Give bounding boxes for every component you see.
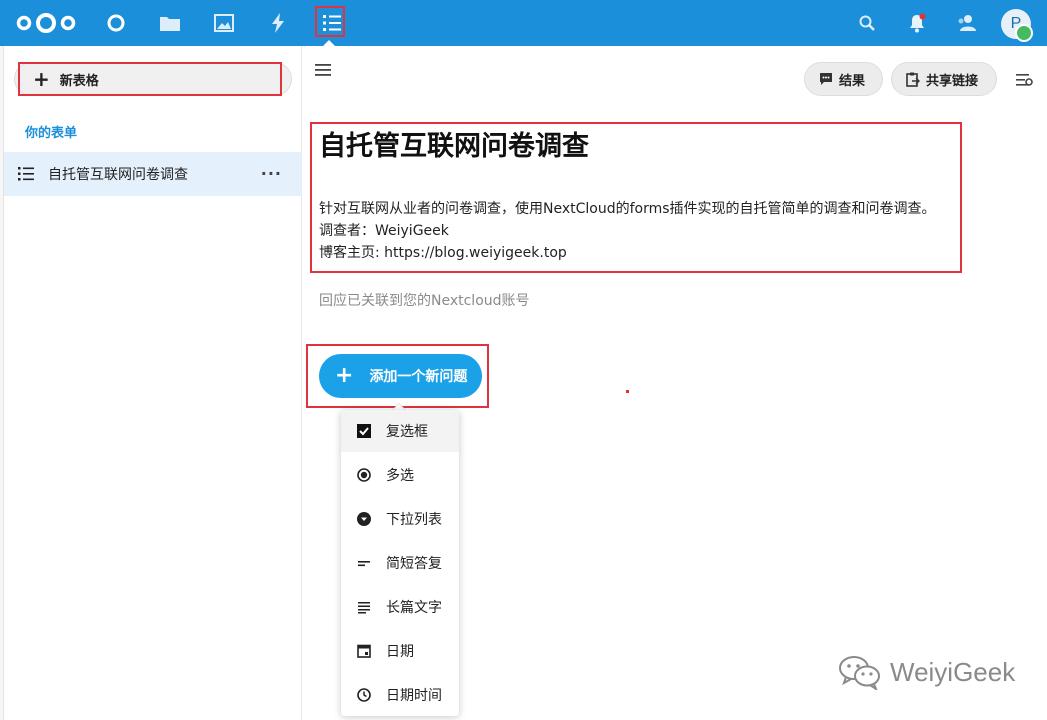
- nextcloud-logo[interactable]: [15, 11, 77, 35]
- sidebar-item-label: 自托管互联网问卷调查: [48, 167, 188, 183]
- checkbox-icon: [356, 423, 372, 439]
- radio-icon: [356, 467, 372, 483]
- new-form-button[interactable]: + 新表格: [14, 62, 292, 96]
- clock-icon: [356, 687, 372, 703]
- long-text-icon: [356, 599, 372, 615]
- menu-item-label: 下拉列表: [386, 512, 442, 528]
- files-icon[interactable]: [158, 11, 182, 35]
- menu-item-date[interactable]: 日期: [341, 630, 459, 672]
- new-form-label: 新表格: [59, 73, 99, 89]
- description-line: 针对互联网从业者的问卷调查，使用NextCloud的forms插件实现的自托管简…: [319, 201, 936, 217]
- menu-item-label: 简短答复: [386, 556, 442, 572]
- photos-icon[interactable]: [212, 11, 236, 35]
- menu-item-short-answer[interactable]: 简短答复: [341, 542, 459, 584]
- question-type-menu: 复选框 多选 下拉列表 简短答复 长篇文字 日期 日期时间: [341, 410, 459, 716]
- add-question-button[interactable]: + 添加一个新问题: [319, 354, 482, 398]
- description-line: 调查者：WeiyiGeek: [319, 223, 449, 239]
- share-link-label: 共享链接: [926, 73, 979, 89]
- form-description[interactable]: 针对互联网从业者的问卷调查，使用NextCloud的forms插件实现的自托管简…: [319, 198, 936, 264]
- menu-item-label: 日期: [386, 644, 414, 660]
- menu-item-long-text[interactable]: 长篇文字: [341, 586, 459, 628]
- search-icon[interactable]: [855, 11, 879, 35]
- stray-mark: [626, 390, 629, 393]
- menu-item-datetime[interactable]: 日期时间: [341, 674, 459, 716]
- sidebar-section-title: 你的表单: [25, 126, 78, 141]
- clipboard-icon: [906, 72, 920, 87]
- form-settings-icon[interactable]: [1015, 72, 1033, 88]
- forms-icon[interactable]: [320, 11, 344, 35]
- add-question-label: 添加一个新问题: [369, 369, 468, 385]
- menu-item-label: 复选框: [386, 424, 428, 440]
- form-title[interactable]: 自托管互联网问卷调查: [319, 124, 589, 163]
- sidebar-item-form[interactable]: 自托管互联网问卷调查 ···: [4, 152, 302, 196]
- sidebar: + 新表格 你的表单 自托管互联网问卷调查 ···: [4, 46, 302, 720]
- watermark: WeiyiGeek: [838, 654, 1015, 690]
- calendar-icon: [356, 643, 372, 659]
- more-options-icon[interactable]: ···: [261, 164, 282, 183]
- menu-item-label: 长篇文字: [386, 600, 442, 616]
- wechat-icon: [839, 656, 880, 690]
- description-line: 博客主页: https://blog.weiyigeek.top: [319, 245, 567, 261]
- watermark-text: WeiyiGeek: [890, 656, 1016, 687]
- hamburger-menu-icon[interactable]: [314, 62, 332, 78]
- share-link-button[interactable]: 共享链接: [891, 62, 997, 96]
- menu-item-dropdown[interactable]: 下拉列表: [341, 498, 459, 540]
- menu-item-label: 日期时间: [386, 688, 442, 704]
- menu-item-multiple-choice[interactable]: 多选: [341, 454, 459, 496]
- dropdown-icon: [356, 511, 372, 527]
- list-icon: [18, 167, 34, 181]
- results-button[interactable]: 结果: [804, 62, 883, 96]
- top-header: P: [0, 0, 1047, 46]
- contacts-icon[interactable]: [955, 11, 979, 35]
- results-label: 结果: [839, 73, 866, 89]
- status-indicator: [1015, 24, 1033, 42]
- short-answer-icon: [356, 555, 372, 571]
- plus-icon: +: [33, 67, 50, 91]
- activity-icon[interactable]: [266, 11, 290, 35]
- plus-icon: +: [335, 363, 354, 388]
- active-indicator: [323, 40, 335, 46]
- dashboard-icon[interactable]: [104, 11, 128, 35]
- notifications-icon[interactable]: [905, 11, 929, 35]
- menu-item-label: 多选: [386, 468, 414, 484]
- account-note: 回应已关联到您的Nextcloud账号: [319, 293, 530, 309]
- menu-item-checkbox[interactable]: 复选框: [341, 410, 459, 452]
- comment-icon: [820, 73, 832, 85]
